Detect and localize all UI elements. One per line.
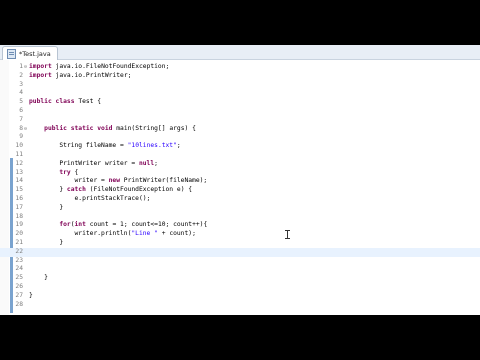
line-number: 28 (15, 300, 23, 308)
tab-label: *Test.java (19, 49, 51, 58)
eclipse-editor-frame: *Test.java 1 ⊖ import java.io.FileNotFound… (0, 45, 480, 315)
code-text: e.printStackTrace(); (74, 195, 151, 202)
code-line[interactable]: 25 } (0, 274, 480, 283)
code-line[interactable]: 19 for(int count = 1; count<=10; count++… (0, 221, 480, 230)
code-text: public class Test { (29, 98, 102, 106)
line-number: 20 (15, 230, 23, 238)
code-editor[interactable]: 1 ⊖ import java.io.FileNotFoundException; 2… (0, 60, 480, 315)
code-text: import java.io.FileNotFoundException; (29, 63, 170, 70)
code-line[interactable]: 3 (0, 81, 480, 90)
tab-test-java[interactable]: *Test.java (2, 46, 58, 60)
code-line[interactable]: 22 (0, 247, 480, 257)
line-number: 4 (19, 89, 23, 97)
code-line[interactable]: 2 import java.io.PrintWriter; (0, 72, 480, 81)
line-number: 27 (15, 291, 23, 299)
code-line[interactable]: 6 (0, 107, 480, 116)
code-text: } (29, 291, 33, 299)
code-text: writer = new PrintWriter(fileName); (74, 177, 208, 185)
java-file-icon (7, 48, 16, 59)
code-line[interactable]: 14 writer = new PrintWriter(fileName); (0, 177, 480, 186)
code-line[interactable]: 28 (0, 301, 480, 310)
line-number: 15 (15, 186, 23, 194)
line-number: 7 (19, 115, 23, 123)
line-number: 23 (15, 256, 23, 264)
code-line[interactable]: 23 (0, 257, 480, 266)
line-number: 25 (15, 274, 23, 282)
line-number: 12 (15, 159, 23, 167)
code-text: for(int count = 1; count<=10; count++){ (59, 221, 208, 229)
line-number: 22 (15, 247, 23, 255)
code-text: } (29, 274, 48, 282)
code-line[interactable]: 12 PrintWriter writer = null; (0, 160, 480, 169)
code-line[interactable]: 13 try { (0, 169, 480, 178)
code-line[interactable]: 11 (0, 151, 480, 160)
code-line[interactable]: 26 (0, 283, 480, 292)
line-number: 14 (15, 177, 23, 185)
code-line[interactable]: 27} (0, 292, 480, 301)
code-text: } (29, 239, 64, 246)
code-line[interactable]: 15 } catch (FileNotFoundException e) { (0, 186, 480, 195)
code-text: PrintWriter writer = null; (59, 159, 158, 167)
code-text: try { (59, 168, 79, 176)
code-text: String fileName = "10lines.txt"; (59, 142, 181, 150)
line-number: 3 (19, 80, 23, 88)
code-line[interactable]: 17 } (0, 204, 480, 213)
line-number: 24 (15, 265, 23, 273)
line-number: 16 (15, 195, 23, 202)
line-number: 18 (15, 212, 23, 220)
code-text: public static void main(String[] args) { (44, 124, 196, 132)
code-text: } (29, 203, 64, 211)
code-text: } catch (FileNotFoundException e) { (29, 186, 193, 194)
line-number: 13 (15, 168, 23, 176)
code-line[interactable]: 20 writer.println("Line " + count); (0, 230, 480, 239)
code-line[interactable]: 5 public class Test { (0, 98, 480, 107)
code-line[interactable]: 1 ⊖ import java.io.FileNotFoundException; (0, 63, 480, 72)
line-number: 10 (15, 142, 23, 150)
line-number: 11 (15, 151, 23, 158)
code-text: writer.println("Line " + count); (74, 230, 196, 238)
line-number: 9 (19, 133, 23, 141)
code-text: import java.io.PrintWriter; (29, 71, 132, 79)
code-line[interactable]: 16 e.printStackTrace(); (0, 195, 480, 204)
line-number: 17 (15, 203, 23, 211)
line-number: 26 (15, 283, 23, 290)
editor-tab-bar: *Test.java (0, 45, 480, 60)
line-number: 19 (15, 221, 23, 229)
line-number: 5 (19, 98, 23, 106)
text-cursor-icon (285, 230, 290, 239)
line-number: 1 (19, 63, 23, 70)
code-line[interactable]: 10 String fileName = "10lines.txt"; (0, 142, 480, 151)
line-number: 8 (19, 124, 23, 132)
fold-toggle-icon[interactable]: ⊖ (24, 125, 27, 134)
code-line[interactable]: 21 } (0, 239, 480, 248)
code-line[interactable]: 9 (0, 133, 480, 142)
line-number: 2 (19, 71, 23, 79)
line-number: 21 (15, 239, 23, 246)
code-line[interactable]: 24 (0, 265, 480, 274)
code-line[interactable]: 8 ⊖ public static void main(String[] args… (0, 125, 480, 134)
line-number: 6 (19, 107, 23, 114)
fold-toggle-icon[interactable]: ⊖ (24, 63, 27, 72)
code-line[interactable]: 4 (0, 89, 480, 98)
code-line[interactable]: 7 (0, 116, 480, 125)
